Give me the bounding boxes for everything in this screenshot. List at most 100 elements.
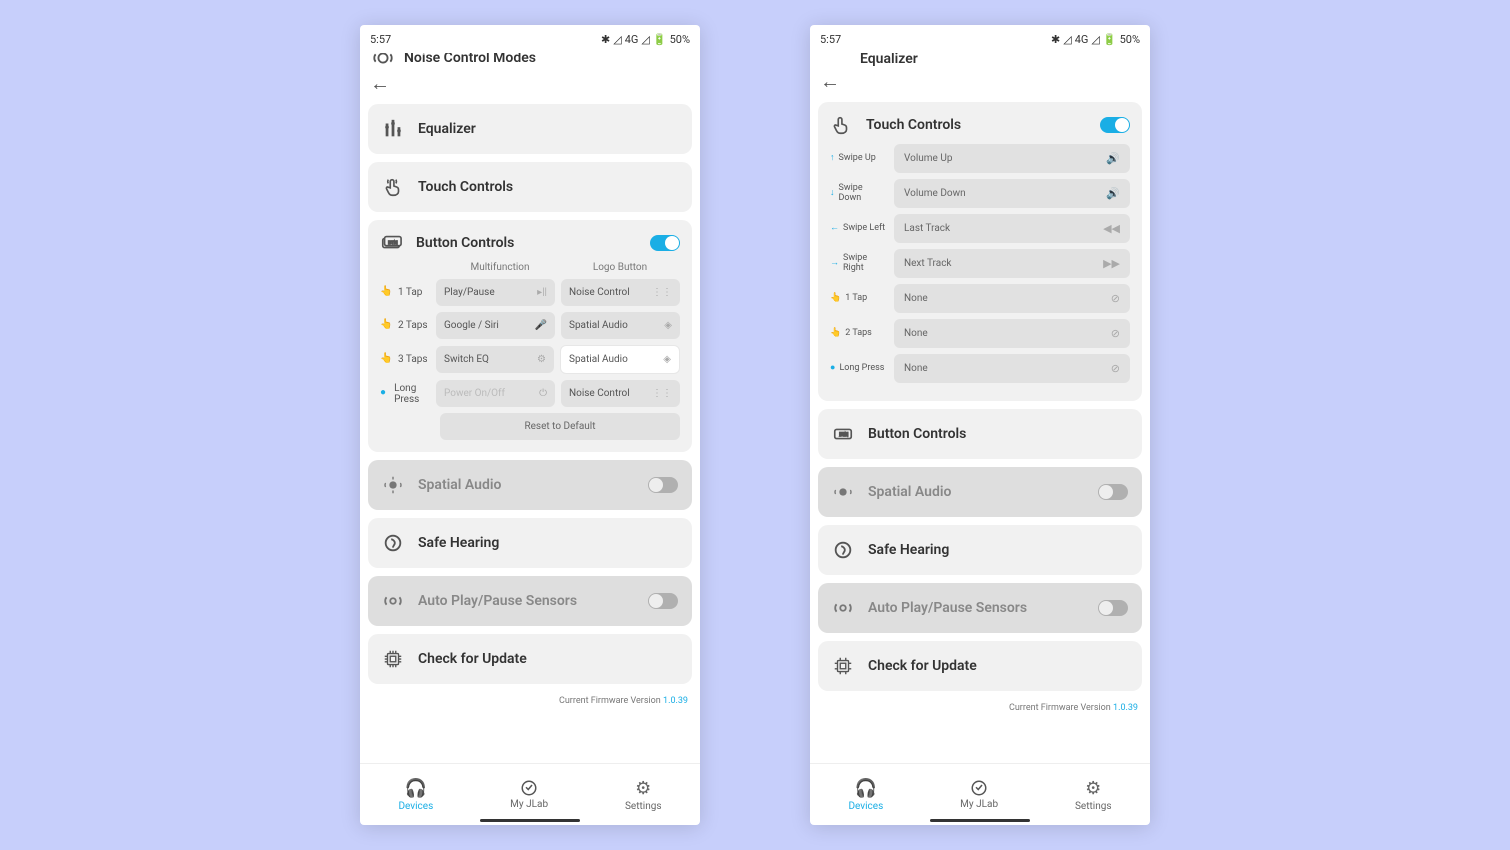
content-right: Equalizer ← Touch Controls ↑Swipe Up Vol…: [810, 53, 1150, 763]
longpress-icon: ●: [830, 364, 835, 374]
back-button[interactable]: ←: [818, 67, 1142, 94]
tap-icon: 👆: [830, 294, 841, 304]
signal-icon: ◿: [613, 33, 621, 46]
touch-controls-section: Touch Controls ↑Swipe Up Volume Up🔊 ↓Swi…: [818, 102, 1142, 401]
safe-hearing-icon: [832, 539, 854, 561]
safe-hearing-icon: [382, 532, 404, 554]
tab-settings[interactable]: ⚙ Settings: [625, 778, 662, 812]
sensor-icon: [382, 590, 404, 612]
row-swipe-up: ↑Swipe Up Volume Up🔊: [830, 144, 1130, 173]
button-controls-card[interactable]: BTN Button Controls: [818, 409, 1142, 459]
equalizer-icon: [382, 118, 404, 140]
button-controls-section: BTN Button Controls Multifunction Logo B…: [368, 220, 692, 452]
pill-2tap-a[interactable]: Google / Siri🎤: [436, 312, 555, 339]
row-swipe-right: →Swipe Right Next Track▶▶: [830, 249, 1130, 278]
touch-controls-title: Touch Controls: [866, 117, 961, 133]
pill-3tap-a[interactable]: Switch EQ⚙: [436, 346, 554, 373]
pill-longpress[interactable]: None⊘: [894, 354, 1130, 383]
pill-1tap-a[interactable]: Play/Pause▸||: [436, 279, 555, 306]
safe-hearing-label: Safe Hearing: [868, 542, 949, 558]
pill-swipe-right[interactable]: Next Track▶▶: [894, 249, 1130, 278]
spatial-label: Spatial Audio: [868, 484, 951, 500]
battery-label: 50%: [670, 33, 690, 46]
auto-play-toggle[interactable]: [1098, 600, 1128, 616]
swipe-right-icon: →: [830, 259, 839, 269]
auto-play-toggle[interactable]: [648, 593, 678, 609]
swipe-left-icon: ←: [830, 224, 839, 234]
pill-swipe-left[interactable]: Last Track◀◀: [894, 214, 1130, 243]
mic-icon: 🎤: [535, 320, 547, 331]
row-1tap: 👆1 Tap None⊘: [830, 284, 1130, 313]
pill-1tap[interactable]: None⊘: [894, 284, 1130, 313]
touch-controls-card[interactable]: Touch Controls: [368, 162, 692, 212]
pill-long-b[interactable]: Noise Control⋮⋮: [561, 380, 680, 407]
pill-long-a[interactable]: Power On/Off⏻: [436, 380, 555, 407]
check-update-label: Check for Update: [868, 658, 977, 674]
spatial-toggle[interactable]: [648, 477, 678, 493]
pill-3tap-b[interactable]: Spatial Audio◈: [560, 345, 680, 374]
button-controls-toggle[interactable]: [650, 235, 680, 251]
chip-icon: [832, 655, 854, 677]
spatial-audio-card[interactable]: Spatial Audio: [368, 460, 692, 510]
touch-icon: [830, 114, 852, 136]
safe-hearing-card[interactable]: Safe Hearing: [818, 525, 1142, 575]
gear-icon: ⚙: [1085, 778, 1101, 799]
equalizer-title: Equalizer: [860, 53, 918, 67]
row-swipe-down: ↓Swipe Down Volume Down🔊: [830, 179, 1130, 208]
swipe-down-icon: ↓: [830, 189, 835, 199]
status-bar: 5:57 ✱ ◿ 4G ◿ 🔋 50%: [360, 25, 700, 53]
tab-settings[interactable]: ⚙ Settings: [1075, 778, 1112, 812]
button-controls-label: Button Controls: [868, 426, 966, 442]
tab-bar: 🎧 Devices My JLab ⚙ Settings: [360, 763, 700, 825]
spatial-audio-card[interactable]: Spatial Audio: [818, 467, 1142, 517]
status-time: 5:57: [370, 33, 391, 46]
row-longpress: ●Long Press Power On/Off⏻ Noise Control⋮…: [380, 380, 680, 407]
headphones-icon: 🎧: [855, 778, 877, 799]
status-time: 5:57: [820, 33, 841, 46]
firmware-text: Current Firmware Version 1.0.39: [818, 699, 1142, 713]
noise-control-icon: [372, 53, 394, 69]
next-track-icon: ▶▶: [1103, 257, 1120, 270]
jlab-icon: [970, 779, 988, 797]
pill-1tap-b[interactable]: Noise Control⋮⋮: [561, 279, 680, 306]
jlab-icon: [520, 779, 538, 797]
signal-icon-2: ◿: [1091, 33, 1099, 46]
tab-myjlab[interactable]: My JLab: [960, 779, 998, 810]
auto-play-card[interactable]: Auto Play/Pause Sensors: [818, 583, 1142, 633]
power-icon: ⏻: [539, 388, 547, 399]
noise-icon: ⋮⋮: [652, 388, 672, 399]
tap-icon: 👆: [380, 319, 394, 333]
button-icon: BTN: [832, 423, 854, 445]
reset-button[interactable]: Reset to Default: [440, 413, 680, 440]
pill-2taps[interactable]: None⊘: [894, 319, 1130, 348]
tap-icon: 👆: [380, 353, 394, 367]
pill-swipe-down[interactable]: Volume Down🔊: [894, 179, 1130, 208]
pill-2tap-b[interactable]: Spatial Audio◈: [561, 312, 680, 339]
signal-label: 4G: [1075, 33, 1089, 46]
none-icon: ⊘: [1111, 327, 1120, 340]
equalizer-card[interactable]: Equalizer: [368, 104, 692, 154]
tab-devices[interactable]: 🎧 Devices: [848, 778, 883, 812]
none-icon: ⊘: [1111, 362, 1120, 375]
check-update-card[interactable]: Check for Update: [818, 641, 1142, 691]
row-longpress: ●Long Press None⊘: [830, 354, 1130, 383]
sensor-icon: [832, 597, 854, 619]
noise-control-title: Noise Control Modes: [404, 53, 536, 66]
tab-myjlab[interactable]: My JLab: [510, 779, 548, 810]
spatial-toggle[interactable]: [1098, 484, 1128, 500]
battery-label: 50%: [1120, 33, 1140, 46]
status-bar: 5:57 ✱ ◿ 4G ◿ 🔋 50%: [810, 25, 1150, 53]
row-1tap: 👆1 Tap Play/Pause▸|| Noise Control⋮⋮: [380, 279, 680, 306]
touch-controls-toggle[interactable]: [1100, 117, 1130, 133]
bluetooth-icon: ✱: [601, 33, 610, 46]
safe-hearing-card[interactable]: Safe Hearing: [368, 518, 692, 568]
tab-devices[interactable]: 🎧 Devices: [398, 778, 433, 812]
pill-swipe-up[interactable]: Volume Up🔊: [894, 144, 1130, 173]
button-controls-title: Button Controls: [416, 235, 514, 251]
chip-icon: [382, 648, 404, 670]
back-button[interactable]: ←: [368, 69, 692, 96]
auto-play-card[interactable]: Auto Play/Pause Sensors: [368, 576, 692, 626]
signal-label: 4G: [625, 33, 639, 46]
check-update-card[interactable]: Check for Update: [368, 634, 692, 684]
battery-icon: 🔋: [1103, 33, 1117, 46]
